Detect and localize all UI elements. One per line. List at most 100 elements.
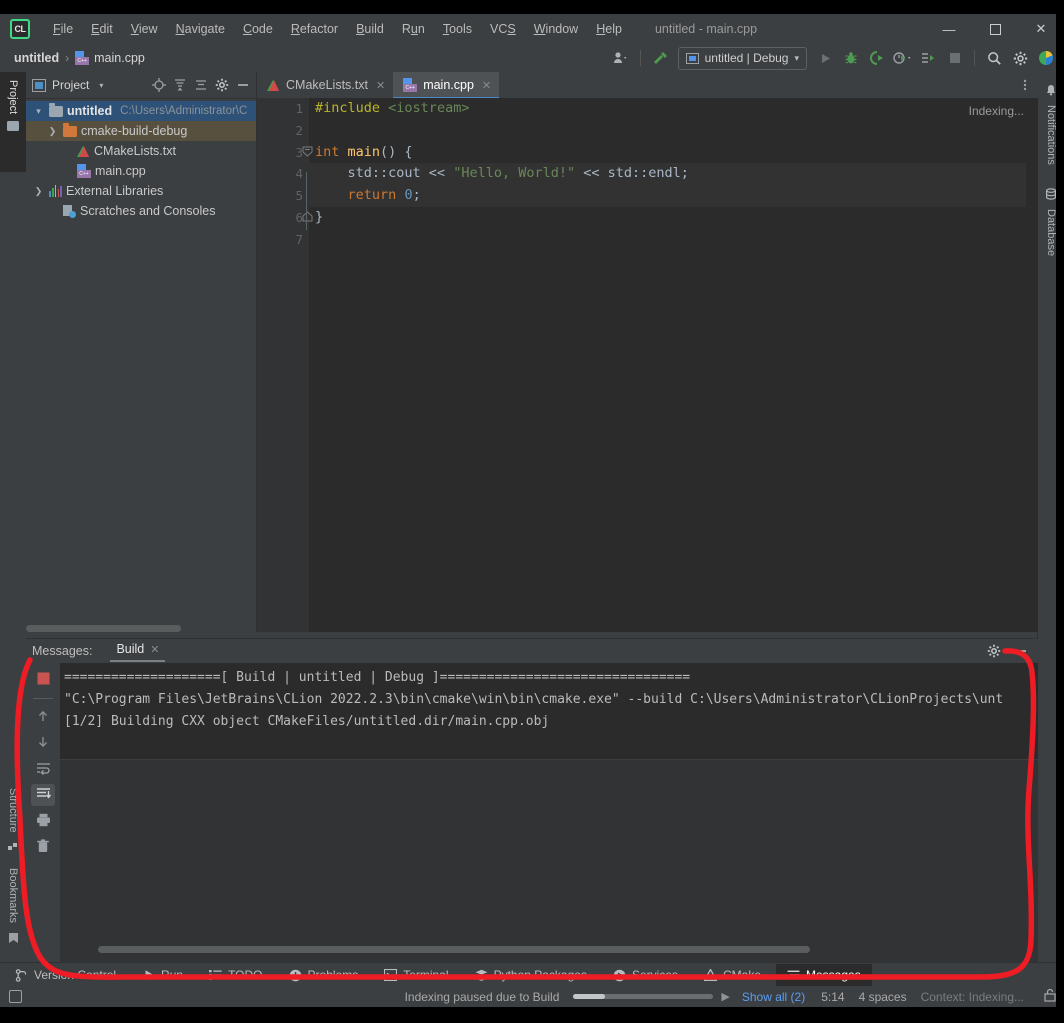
chevron-down-icon[interactable]: ▾ — [99, 81, 103, 90]
messages-build-tab[interactable]: Build ✕ — [110, 640, 166, 662]
code-editor[interactable]: 1234567 #include <iostream> int main() {… — [257, 98, 1038, 632]
breadcrumb-project[interactable]: untitled — [14, 51, 59, 65]
run-configuration-selector[interactable]: untitled | Debug ▾ — [677, 46, 807, 70]
next-problem-button[interactable] — [31, 732, 55, 754]
tree-row-external-libraries[interactable]: ❯ External Libraries — [26, 181, 256, 201]
hammer-icon[interactable] — [648, 47, 672, 69]
code-line-3[interactable]: int main() { — [309, 142, 1038, 164]
menu-item-code[interactable]: Code — [234, 18, 282, 40]
attach-process-icon[interactable] — [917, 47, 941, 69]
menu-item-file[interactable]: File — [44, 18, 82, 40]
toolwindow-button-label: Python Packages — [493, 968, 587, 982]
toggle-toolwindows-button[interactable] — [0, 990, 30, 1003]
clear-all-button[interactable] — [31, 836, 55, 858]
build-output-line-2: "C:\Program Files\JetBrains\CLion 2022.2… — [64, 692, 1004, 707]
chevron-right-icon[interactable]: ❯ — [32, 186, 45, 197]
ide-updates-icon[interactable] — [1034, 47, 1058, 69]
messages-output-area[interactable]: ====================[ Build | untitled |… — [60, 663, 1038, 963]
toolwindow-button-messages[interactable]: Messages — [776, 964, 872, 986]
code-token: std::cout — [315, 165, 429, 182]
menu-item-tools[interactable]: Tools — [434, 18, 481, 40]
maximize-button[interactable] — [972, 14, 1018, 44]
close-icon[interactable]: ✕ — [376, 79, 385, 92]
code-lines[interactable]: #include <iostream> int main() { std::co… — [309, 98, 1038, 632]
sidebar-item-project[interactable]: Project — [0, 72, 26, 172]
toolwindow-button-problems[interactable]: Problems — [278, 964, 370, 986]
user-profiler-icon[interactable] — [609, 47, 633, 69]
toolwindow-button-python-packages[interactable]: Python Packages — [464, 964, 598, 986]
minimize-icon[interactable] — [1010, 641, 1030, 661]
scroll-to-end-button[interactable] — [31, 784, 55, 806]
search-everywhere-icon[interactable] — [982, 47, 1006, 69]
menu-item-vcs[interactable]: VCS — [481, 18, 525, 40]
tree-row-scratches-and-consoles[interactable]: Scratches and Consoles — [26, 201, 256, 221]
show-all-link[interactable]: Show all (2) — [742, 990, 805, 1004]
messages-icon — [787, 969, 800, 982]
menu-item-edit[interactable]: Edit — [82, 18, 122, 40]
settings-gear-icon[interactable] — [1008, 47, 1032, 69]
collapse-all-icon[interactable] — [191, 75, 211, 95]
sidebar-item-structure[interactable]: Structure — [0, 782, 26, 858]
stop-build-button[interactable] — [31, 669, 55, 691]
tree-row-untitled[interactable]: ▾ untitled C:\Users\Administrator\C — [26, 101, 256, 121]
menu-item-build[interactable]: Build — [347, 18, 393, 40]
toolwindow-button-run[interactable]: Run — [131, 964, 194, 986]
menu-item-refactor[interactable]: Refactor — [282, 18, 347, 40]
code-line-7[interactable] — [309, 229, 1038, 251]
tree-row-main-cpp[interactable]: main.cpp — [26, 161, 256, 181]
run-icon[interactable] — [813, 47, 837, 69]
indent-setting[interactable]: 4 spaces — [859, 990, 907, 1004]
toolwindow-button-label: Services — [631, 968, 678, 982]
hide-window-icon[interactable] — [233, 75, 253, 95]
gear-icon[interactable] — [984, 641, 1004, 661]
code-line-4[interactable]: std::cout << "Hello, World!" << std::end… — [309, 163, 1038, 186]
project-horizontal-scrollbar[interactable] — [26, 625, 256, 632]
caret-position[interactable]: 5:14 — [821, 990, 844, 1004]
lock-icon[interactable] — [1044, 988, 1056, 1005]
editor-tab-cmakelists-txt[interactable]: CMakeLists.txt ✕ — [257, 72, 393, 98]
toolwindow-button-terminal[interactable]: Terminal — [373, 964, 459, 986]
fold-open-icon[interactable] — [301, 146, 313, 160]
minimize-button[interactable]: — — [926, 14, 972, 44]
menu-item-help[interactable]: Help — [587, 18, 631, 40]
locate-target-icon[interactable] — [149, 75, 169, 95]
toolwindow-button-version-control[interactable]: Version Control — [4, 964, 127, 986]
chevron-down-icon[interactable]: ▾ — [32, 106, 45, 117]
toolwindow-button-services[interactable]: Services — [602, 964, 689, 986]
toolwindow-button-cmake[interactable]: CMake — [693, 964, 772, 986]
editor-tab-overflow-button[interactable] — [1018, 72, 1038, 98]
chevron-right-icon[interactable]: ❯ — [46, 126, 59, 137]
code-line-6[interactable]: } — [309, 207, 1038, 229]
stop-icon — [943, 47, 967, 69]
editor-tab-main-cpp[interactable]: main.cpp ✕ — [393, 72, 500, 99]
print-button[interactable] — [31, 810, 55, 832]
tree-row-cmakelists-txt[interactable]: CMakeLists.txt — [26, 141, 256, 161]
debug-icon[interactable] — [839, 47, 863, 69]
menu-item-view[interactable]: View — [122, 18, 167, 40]
run-coverage-icon[interactable] — [865, 47, 889, 69]
code-line-1[interactable]: #include <iostream> — [309, 98, 1038, 120]
previous-problem-button[interactable] — [31, 706, 55, 728]
code-line-2[interactable] — [309, 120, 1038, 142]
run-triangle-icon — [142, 969, 155, 982]
editor-vertical-scrollbar[interactable] — [1026, 98, 1038, 632]
menu-item-navigate[interactable]: Navigate — [167, 18, 234, 40]
profile-icon[interactable] — [891, 47, 915, 69]
expand-all-icon[interactable] — [170, 75, 190, 95]
gear-icon[interactable] — [212, 75, 232, 95]
soft-wrap-button[interactable] — [31, 758, 55, 780]
messages-horizontal-scrollbar[interactable] — [98, 946, 810, 953]
menu-item-run[interactable]: Run — [393, 18, 434, 40]
tree-row-cmake-build-debug[interactable]: ❯ cmake-build-debug — [26, 121, 256, 141]
fold-end-icon[interactable] — [301, 211, 313, 225]
arrow-up-icon — [36, 709, 50, 726]
breadcrumb-file[interactable]: main.cpp — [75, 51, 145, 65]
close-icon[interactable]: ✕ — [482, 79, 491, 92]
editor-gutter[interactable]: 1234567 — [257, 98, 309, 632]
resume-icon[interactable]: ▶ — [721, 990, 729, 1003]
menu-item-window[interactable]: Window — [525, 18, 587, 40]
toolwindow-button-todo[interactable]: TODO — [198, 964, 273, 986]
sidebar-item-bookmarks[interactable]: Bookmarks — [0, 862, 26, 950]
close-icon[interactable]: ✕ — [150, 643, 159, 656]
code-line-5[interactable]: return 0; — [309, 185, 1038, 207]
